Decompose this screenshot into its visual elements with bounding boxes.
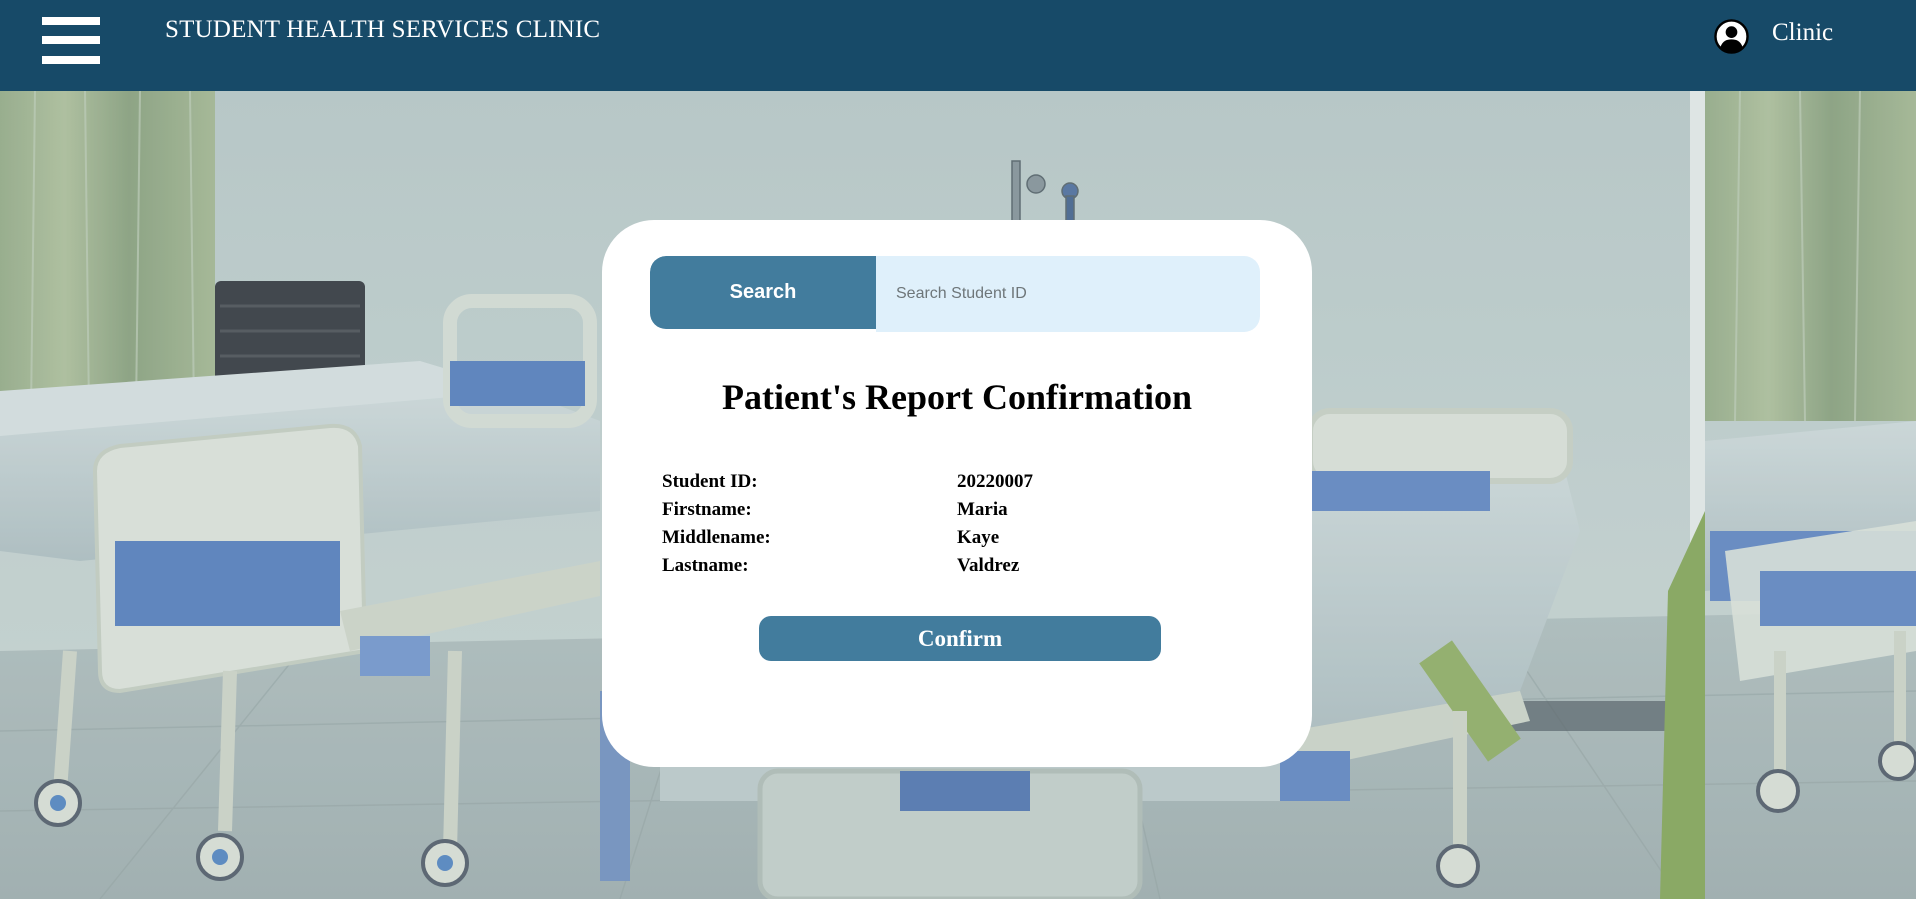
menu-bar-line [42,36,100,44]
search-bar: Search [650,256,1260,332]
patient-info-table: Student ID: 20220007 Firstname: Maria Mi… [662,468,1222,580]
app-title: STUDENT HEALTH SERVICES CLINIC [165,16,601,43]
info-value: Valdrez [957,555,1020,576]
user-menu[interactable]: Clinic [1714,16,1833,56]
search-student-id-input[interactable] [876,256,1260,332]
info-label: Lastname: [662,555,749,576]
search-button[interactable]: Search [650,256,876,329]
report-title: Patient's Report Confirmation [722,377,1192,417]
info-label: Middlename: [662,527,771,548]
info-value: Maria [957,499,1008,520]
user-circle-icon [1714,18,1749,54]
info-value: 20220007 [957,471,1033,492]
confirm-button[interactable]: Confirm [759,616,1161,661]
info-label: Firstname: [662,499,752,520]
top-navigation-bar: STUDENT HEALTH SERVICES CLINIC Clinic [0,0,1916,91]
hamburger-menu-icon[interactable] [42,17,100,65]
info-label: Student ID: [662,471,758,492]
user-label: Clinic [1772,19,1834,46]
info-row-middlename: Middlename: Kaye [662,524,1222,552]
info-row-lastname: Lastname: Valdrez [662,552,1222,580]
info-row-student-id: Student ID: 20220007 [662,468,1222,496]
menu-bar-line [42,17,100,25]
menu-bar-line [42,56,100,64]
info-row-firstname: Firstname: Maria [662,496,1222,524]
confirmation-card: Search Patient's Report Confirmation Stu… [602,220,1312,767]
info-value: Kaye [957,527,1000,548]
